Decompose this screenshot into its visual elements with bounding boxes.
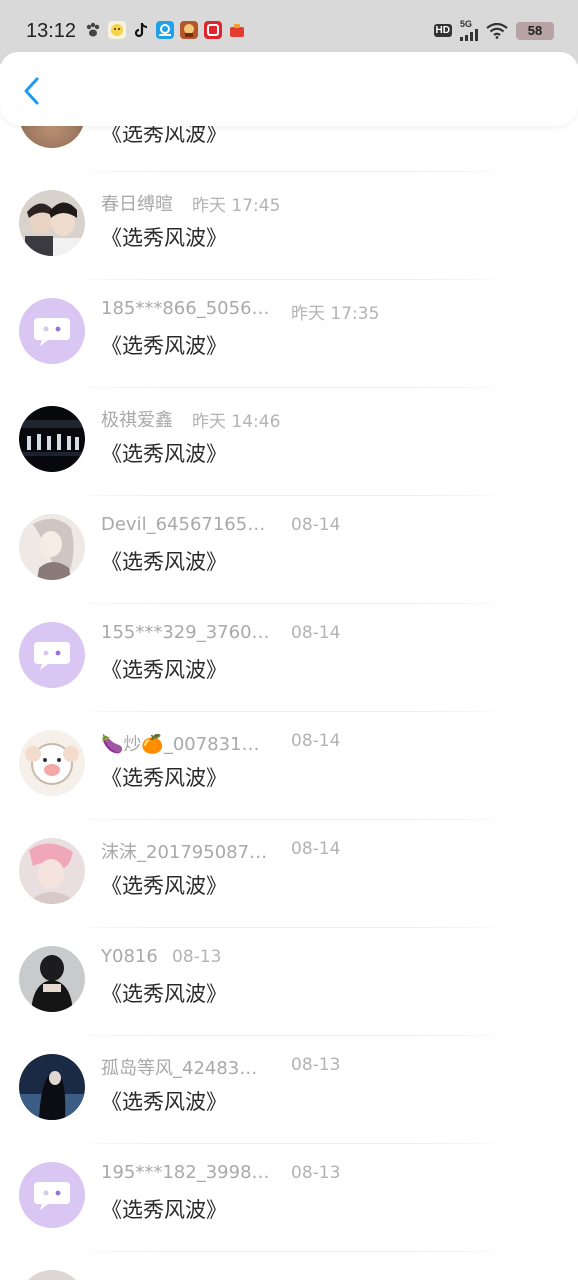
red-app-icon: [204, 21, 222, 39]
app-blue-icon: [156, 21, 174, 39]
message-time: 08-13: [291, 1163, 341, 1183]
list-item[interactable]: 沫沫_201795087… 08-14 《选秀风波》: [0, 820, 578, 928]
chat-bubble-icon: [34, 642, 70, 670]
message-time: 08-14: [291, 839, 341, 859]
notification-icons: [84, 21, 246, 39]
message-time: 昨天 17:35: [291, 304, 380, 324]
sender-name: 195***182_3998…: [101, 1162, 270, 1183]
message-text: 《选秀风波》: [101, 982, 227, 1006]
signal-bars-icon: [460, 29, 478, 41]
list-item[interactable]: 155***329_3760… 08-14 《选秀风波》: [0, 604, 578, 712]
avatar[interactable]: [19, 1162, 85, 1228]
bottom-edge: [0, 1270, 578, 1280]
tiktok-icon: [132, 21, 150, 39]
message-time: 昨天 14:46: [192, 412, 281, 432]
avatar[interactable]: [19, 730, 85, 796]
sender-name: 185***866_5056…: [101, 298, 270, 319]
chat-bubble-icon: [34, 1182, 70, 1210]
sender-name: 🍆炒🍊_007831…: [101, 734, 260, 755]
red-box-icon: [228, 21, 246, 39]
sender-name: Y0816: [101, 946, 158, 967]
message-text: 《选秀风波》: [101, 334, 227, 358]
message-text: 《选秀风波》: [101, 766, 227, 790]
chevron-left-icon: [24, 77, 39, 105]
list-item[interactable]: 孤岛等风_42483… 08-13 《选秀风波》: [0, 1036, 578, 1144]
list-item[interactable]: 极祺爱鑫 昨天 14:46 《选秀风波》: [0, 388, 578, 496]
message-text: 《选秀风波》: [101, 1198, 227, 1222]
list-item[interactable]: 春日缚暄 昨天 17:45 《选秀风波》: [0, 172, 578, 280]
avatar[interactable]: [19, 622, 85, 688]
wifi-icon: [486, 22, 508, 39]
list-item[interactable]: Devil_64567165… 08-14 《选秀风波》: [0, 496, 578, 604]
network-type: 5G: [460, 19, 473, 29]
avatar[interactable]: [19, 946, 85, 1012]
message-time: 08-13: [291, 1055, 341, 1075]
sender-name: 沫沫_201795087…: [101, 842, 268, 863]
avatar[interactable]: [19, 838, 85, 904]
top-header: [0, 52, 578, 126]
avatar[interactable]: [19, 298, 85, 364]
sender-name: 155***329_3760…: [101, 622, 270, 643]
screen: 《选秀风波》 春日缚暄 昨天 17:45 《选秀风波》 185***866_50…: [0, 0, 578, 1280]
avatar[interactable]: [19, 406, 85, 472]
message-time: 08-13: [172, 947, 222, 967]
chat-bubble-icon: [34, 318, 70, 346]
message-text: 《选秀风波》: [101, 874, 227, 898]
message-time: 08-14: [291, 623, 341, 643]
sender-name: 孤岛等风_42483…: [101, 1058, 258, 1079]
message-time: 08-14: [291, 515, 341, 535]
message-text: 《选秀风波》: [101, 1090, 227, 1114]
hd-badge: HD: [433, 24, 452, 37]
battery-level: 58: [527, 23, 543, 38]
list-item[interactable]: 185***866_5056… 昨天 17:35 《选秀风波》: [0, 280, 578, 388]
status-right: HD 5G 58: [433, 20, 554, 41]
message-text: 《选秀风波》: [101, 442, 227, 466]
back-button[interactable]: [16, 74, 46, 108]
emoji-icon: [108, 21, 126, 39]
status-time: 13:12: [26, 20, 77, 42]
avatar[interactable]: [19, 1054, 85, 1120]
list-item[interactable]: Y0816 08-13 《选秀风波》: [0, 928, 578, 1036]
list-item[interactable]: 🍆炒🍊_007831… 08-14 《选秀风波》: [0, 712, 578, 820]
sender-name: 极祺爱鑫: [101, 410, 173, 431]
message-text: 《选秀风波》: [101, 550, 227, 574]
message-time: 昨天 17:45: [192, 196, 281, 216]
message-text: 《选秀风波》: [101, 226, 227, 250]
sender-name: Devil_64567165…: [101, 514, 266, 535]
game-icon: [180, 21, 198, 39]
paw-icon: [84, 21, 102, 39]
message-text: 《选秀风波》: [101, 658, 227, 682]
list-item[interactable]: 195***182_3998… 08-13 《选秀风波》: [0, 1144, 578, 1252]
avatar[interactable]: [19, 514, 85, 580]
battery-indicator: 58: [516, 21, 554, 40]
cellular-signal: 5G: [460, 20, 478, 41]
sender-name: 春日缚暄: [101, 194, 173, 215]
message-time: 08-14: [291, 731, 341, 751]
avatar[interactable]: [19, 190, 85, 256]
